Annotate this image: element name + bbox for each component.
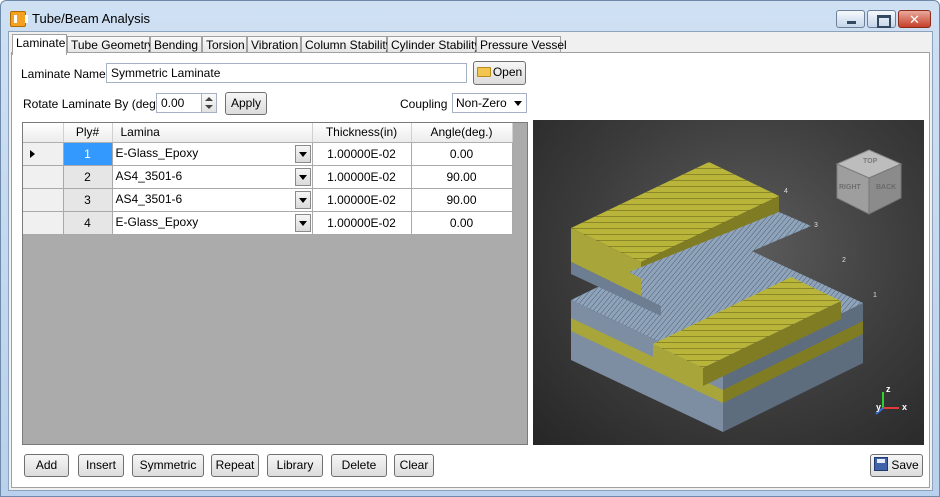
view-cube[interactable] — [833, 146, 905, 218]
open-button[interactable]: Open — [473, 61, 526, 85]
minimize-button[interactable] — [836, 10, 865, 28]
maximize-button[interactable] — [867, 10, 896, 28]
ply-number-cell[interactable]: 4 — [63, 211, 113, 235]
coupling-value: Non-Zero — [456, 96, 507, 110]
laminate-tab-page: Laminate Name: Symmetric Laminate Open R… — [11, 52, 930, 488]
rotate-label: Rotate Laminate By (deg.) — [23, 97, 164, 111]
row-header[interactable] — [23, 142, 64, 166]
coupling-select[interactable]: Non-Zero — [452, 93, 527, 113]
row-header[interactable] — [23, 188, 64, 212]
table-row[interactable]: 4 E-Glass_Epoxy 1.00000E-02 0.00 — [23, 211, 513, 235]
dropdown-button[interactable] — [294, 144, 311, 163]
table-row[interactable]: 3 AS4_3501-6 1.00000E-02 90.00 — [23, 188, 513, 212]
dropdown-button[interactable] — [294, 190, 311, 209]
client-area: Laminate Tube Geometry Bending Torsion V… — [8, 31, 933, 491]
apply-button[interactable]: Apply — [225, 92, 267, 115]
lamina-cell[interactable]: AS4_3501-6 — [112, 188, 313, 212]
grid-header-row: Ply# Lamina Thickness(in) Angle(deg.) — [23, 123, 513, 143]
laminate-name-input[interactable]: Symmetric Laminate — [106, 63, 467, 83]
table-row[interactable]: 2 AS4_3501-6 1.00000E-02 90.00 — [23, 165, 513, 189]
lamina-select[interactable]: AS4_3501-6 — [113, 189, 312, 211]
save-button-label: Save — [891, 458, 919, 472]
app-window: Tube/Beam Analysis ✕ Laminate Tube Geome… — [0, 0, 940, 497]
ply-number-cell[interactable]: 1 — [63, 142, 113, 166]
view-cube-right-label: RIGHT — [839, 184, 861, 191]
tab-laminate[interactable]: Laminate — [12, 34, 67, 55]
lamina-cell[interactable]: E-Glass_Epoxy — [112, 142, 313, 166]
ply-grid: Ply# Lamina Thickness(in) Angle(deg.) 1 … — [22, 122, 528, 445]
laminate-3d-viewport[interactable]: 4 3 2 1 TOP RIGHT BACK z x y — [533, 120, 924, 445]
clear-button[interactable]: Clear — [394, 454, 434, 477]
column-header-thickness[interactable]: Thickness(in) — [312, 123, 412, 143]
save-button[interactable]: Save — [870, 454, 923, 477]
current-row-icon — [30, 149, 35, 158]
library-button[interactable]: Library — [267, 454, 323, 477]
laminate-name-label: Laminate Name: — [21, 67, 110, 81]
view-cube-top-label: TOP — [863, 158, 878, 165]
lamina-value: AS4_3501-6 — [115, 191, 183, 206]
angle-cell[interactable]: 90.00 — [411, 188, 513, 212]
thickness-cell[interactable]: 1.00000E-02 — [312, 211, 412, 235]
thickness-cell[interactable]: 1.00000E-02 — [312, 188, 412, 212]
angle-cell[interactable]: 90.00 — [411, 165, 513, 189]
column-header-lamina[interactable]: Lamina — [112, 123, 313, 143]
repeat-button[interactable]: Repeat — [211, 454, 259, 477]
lamina-value: AS4_3501-6 — [115, 168, 183, 183]
thickness-cell[interactable]: 1.00000E-02 — [312, 165, 412, 189]
angle-cell[interactable]: 0.00 — [411, 211, 513, 235]
lamina-value: E-Glass_Epoxy — [115, 214, 199, 229]
axis-x-label: x — [902, 402, 908, 412]
window-title: Tube/Beam Analysis — [32, 11, 151, 26]
column-header-ply[interactable]: Ply# — [63, 123, 113, 143]
axis-z-label: z — [886, 384, 891, 394]
lamina-cell[interactable]: E-Glass_Epoxy — [112, 211, 313, 235]
rotate-angle-input[interactable]: 0.00 — [156, 93, 202, 113]
add-button[interactable]: Add — [24, 454, 69, 477]
ply-tag-1: 1 — [873, 292, 877, 299]
open-button-label: Open — [492, 65, 523, 79]
chevron-up-icon[interactable] — [205, 97, 213, 101]
symmetric-button[interactable]: Symmetric — [132, 454, 204, 477]
axis-y-label: y — [876, 402, 882, 412]
view-cube-back-label: BACK — [876, 184, 897, 191]
ply-tag-4: 4 — [784, 188, 788, 195]
rotate-angle-stepper[interactable] — [202, 93, 217, 113]
row-header[interactable] — [23, 211, 64, 235]
floppy-disk-icon — [874, 457, 889, 471]
dropdown-button[interactable] — [294, 213, 311, 232]
row-header[interactable] — [23, 165, 64, 189]
chevron-down-icon — [514, 101, 522, 106]
table-row[interactable]: 1 E-Glass_Epoxy 1.00000E-02 0.00 — [23, 142, 513, 166]
lamina-select[interactable]: AS4_3501-6 — [113, 166, 312, 188]
title-bar[interactable]: Tube/Beam Analysis ✕ — [1, 1, 939, 31]
close-icon: ✕ — [909, 12, 920, 27]
ply-tag-2: 2 — [842, 257, 846, 264]
ply-number-cell[interactable]: 2 — [63, 165, 113, 189]
ply-tag-3: 3 — [814, 222, 818, 229]
delete-button[interactable]: Delete — [331, 454, 387, 477]
chevron-down-icon[interactable] — [205, 105, 213, 109]
insert-button[interactable]: Insert — [78, 454, 124, 477]
lamina-cell[interactable]: AS4_3501-6 — [112, 165, 313, 189]
thickness-cell[interactable]: 1.00000E-02 — [312, 142, 412, 166]
coupling-label: Coupling — [400, 97, 448, 111]
lamina-select[interactable]: E-Glass_Epoxy — [113, 143, 312, 165]
ply-number-cell[interactable]: 3 — [63, 188, 113, 212]
lamina-select[interactable]: E-Glass_Epoxy — [113, 212, 312, 234]
folder-icon — [476, 67, 491, 77]
app-icon — [10, 11, 28, 27]
close-button[interactable]: ✕ — [898, 10, 931, 28]
lamina-value: E-Glass_Epoxy — [115, 145, 199, 160]
dropdown-button[interactable] — [294, 167, 311, 186]
angle-cell[interactable]: 0.00 — [411, 142, 513, 166]
column-header-angle[interactable]: Angle(deg.) — [411, 123, 513, 143]
grid-corner-header — [23, 123, 64, 143]
